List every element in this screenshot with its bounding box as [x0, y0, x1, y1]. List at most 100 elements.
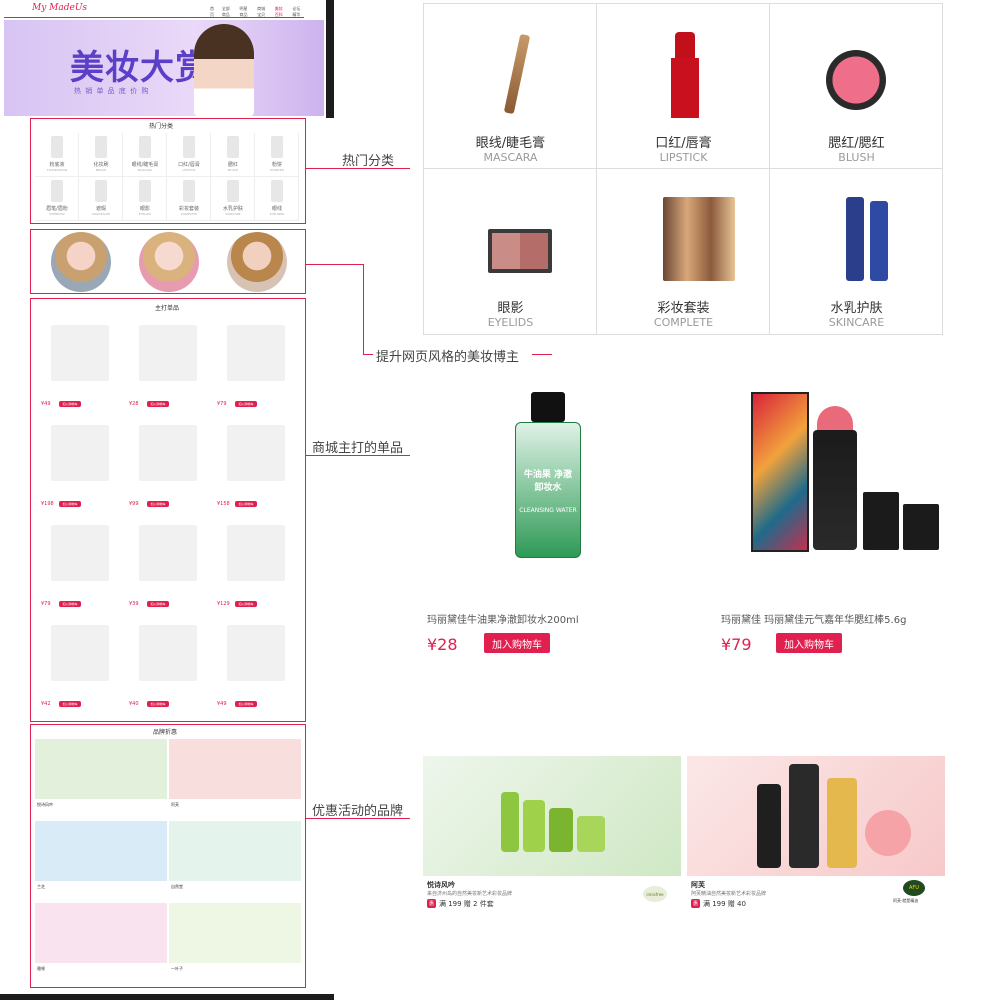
product-image-blush-stick [751, 392, 941, 554]
brand-card[interactable]: 雅顿 [35, 903, 167, 983]
add-to-cart-button[interactable]: 加入购物车 [59, 401, 81, 407]
banner-subtitle: 热 销 单 品 底 价 购 [74, 87, 150, 95]
blogger-avatar[interactable] [51, 232, 111, 292]
nav-item[interactable]: 美妆百科 [275, 6, 287, 18]
category-cell[interactable]: 彩妆套装 COMPLETE [597, 169, 770, 334]
nav-item[interactable]: 明星商品 [239, 6, 251, 18]
category-image [786, 12, 926, 120]
category-cell[interactable]: 眼线/睫毛膏 MASCARA [123, 133, 167, 177]
category-label-en: SKINCARE [225, 212, 241, 216]
category-cell[interactable]: 粉饼 POWDER [255, 133, 299, 177]
brand-banner-image [423, 756, 681, 876]
category-cell[interactable]: 眼影 EYELIDS [424, 169, 597, 334]
product-card[interactable]: ¥79 加入购物车 [37, 519, 123, 615]
featured-zoom: 牛油果 净澈卸妆水 CLEANSING WATER 玛丽黛佳牛油果净澈卸妆水20… [423, 370, 943, 670]
product-name[interactable]: 玛丽黛佳牛油果净澈卸妆水200ml [427, 611, 579, 626]
product-card[interactable]: ¥79 加入购物车 [213, 319, 299, 415]
category-cell[interactable]: 遮瑕 CONCEALER [79, 177, 123, 221]
product-image [227, 425, 285, 481]
brand-card[interactable]: 阿芙 [169, 739, 301, 819]
category-label-en: MASCARA [483, 151, 538, 164]
product-price: ¥79 [217, 401, 227, 407]
callout-line [306, 264, 364, 265]
nav-item[interactable]: 全部商品 [222, 6, 234, 18]
category-cell[interactable]: 彩妆套装 COMPLETE [167, 177, 211, 221]
nav-item[interactable]: 商城宝贝 [257, 6, 269, 18]
add-to-cart-button[interactable]: 加入购物车 [484, 633, 550, 653]
nav-item[interactable]: 首页 [210, 6, 216, 18]
product-card[interactable]: ¥42 加入购物车 [37, 619, 123, 715]
banner-model-image [194, 24, 254, 116]
add-to-cart-button[interactable]: 加入购物车 [235, 601, 257, 607]
add-to-cart-button[interactable]: 加入购物车 [235, 701, 257, 707]
brand-image [169, 821, 301, 881]
category-cell[interactable]: 水乳护肤 SKINCARE [211, 177, 255, 221]
product-card[interactable]: 玛丽黛佳 玛丽黛佳元气嘉年华腮红棒5.6g ¥79 加入购物车 [721, 370, 943, 660]
add-to-cart-button[interactable]: 加入购物车 [147, 601, 169, 607]
add-to-cart-button[interactable]: 加入购物车 [59, 601, 81, 607]
product-card[interactable]: ¥158 加入购物车 [213, 419, 299, 515]
brand-card[interactable]: 自然堂 [169, 821, 301, 901]
nav-item[interactable]: 论坛精华 [292, 6, 304, 18]
brand-name: 阿芙 [691, 881, 705, 889]
category-cell[interactable]: 腮红/腮红 BLUSH [770, 4, 943, 169]
category-label-en: COMPLETE [180, 212, 198, 216]
brand-logo: innisfree [643, 886, 667, 902]
category-cell[interactable]: 化妆刷 BRUSH [79, 133, 123, 177]
product-name[interactable]: 玛丽黛佳 玛丽黛佳元气嘉年华腮红棒5.6g [721, 611, 906, 626]
add-to-cart-button[interactable]: 加入购物车 [147, 501, 169, 507]
brand-name: 悦诗风吟 [37, 802, 53, 807]
product-price: ¥49 [41, 401, 51, 407]
blogger-avatar[interactable] [139, 232, 199, 292]
category-cell[interactable]: 口红/唇膏 LIPSTICK [167, 133, 211, 177]
product-card[interactable]: ¥49 加入购物车 [37, 319, 123, 415]
category-cell[interactable]: 眉笔/眉粉 EYEBROW [35, 177, 79, 221]
site-logo[interactable]: My MadeUs [32, 3, 87, 13]
section-title: 主打单品 [155, 305, 180, 312]
category-image [227, 136, 239, 158]
category-cell[interactable]: 眼线/睫毛膏 MASCARA [424, 4, 597, 169]
category-cell[interactable]: 眼线 EYELINER [255, 177, 299, 221]
category-label: 口红/唇膏 [178, 162, 200, 168]
hero-banner[interactable]: 美妆大赏 热 销 单 品 底 价 购 [4, 20, 324, 116]
category-cell[interactable]: 口红/唇膏 LIPSTICK [597, 4, 770, 169]
brand-card[interactable]: 悦诗风吟 [35, 739, 167, 819]
add-to-cart-button[interactable]: 加入购物车 [147, 401, 169, 407]
brand-image [169, 903, 301, 963]
blogger-avatar[interactable] [227, 232, 287, 292]
product-card[interactable]: ¥28 加入购物车 [125, 319, 211, 415]
product-grid: ¥49 加入购物车 ¥28 加入购物车 ¥79 加入购物车 ¥198 加入购物车 ¥99 加入购物… [37, 319, 301, 719]
product-price: ¥39 [129, 601, 139, 607]
category-image [271, 136, 283, 158]
product-card[interactable]: ¥198 加入购物车 [37, 419, 123, 515]
add-to-cart-button[interactable]: 加入购物车 [59, 501, 81, 507]
product-card[interactable]: ¥99 加入购物车 [125, 419, 211, 515]
product-card[interactable]: ¥129 加入购物车 [213, 519, 299, 615]
brand-card[interactable]: 一叶子 [169, 903, 301, 983]
scrollbar[interactable] [326, 0, 334, 118]
brand-name: 自然堂 [171, 884, 183, 889]
product-card[interactable]: 牛油果 净澈卸妆水 CLEANSING WATER 玛丽黛佳牛油果净澈卸妆水20… [423, 370, 673, 660]
category-label-en: EYELIDS [487, 316, 534, 329]
product-image [51, 425, 109, 481]
product-price: ¥79 [41, 601, 51, 607]
product-card[interactable]: ¥49 加入购物车 [213, 619, 299, 715]
add-to-cart-button[interactable]: 加入购物车 [235, 501, 257, 507]
category-cell[interactable]: 粉底液 FOUNDATION [35, 133, 79, 177]
add-to-cart-button[interactable]: 加入购物车 [235, 401, 257, 407]
category-cell[interactable]: 水乳护肤 SKINCARE [770, 169, 943, 334]
brand-card[interactable]: 兰芝 [35, 821, 167, 901]
add-to-cart-button[interactable]: 加入购物车 [776, 633, 842, 653]
category-label: 遮瑕 [95, 206, 106, 212]
add-to-cart-button[interactable]: 加入购物车 [147, 701, 169, 707]
category-cell[interactable]: 眼影 EYELIDS [123, 177, 167, 221]
product-card[interactable]: ¥39 加入购物车 [125, 519, 211, 615]
product-card[interactable]: ¥40 加入购物车 [125, 619, 211, 715]
category-image [271, 180, 283, 202]
brand-name: 一叶子 [171, 966, 183, 971]
page-preview: My MadeUs 首页 全部商品 明星商品 商城宝贝 美妆百科 论坛精华 美妆… [0, 0, 334, 1000]
brand-card[interactable]: 阿芙 阿芙精油自然美妆新艺术彩妆品牌 惠 满 199 赠 40 AFU 阿芙·就… [687, 756, 945, 916]
add-to-cart-button[interactable]: 加入购物车 [59, 701, 81, 707]
brand-card[interactable]: 悦诗风吟 来自济州岛的自然美妆新艺术彩妆品牌 惠 满 199 赠 2 件套 in… [423, 756, 681, 916]
category-cell[interactable]: 腮红 BLUSH [211, 133, 255, 177]
